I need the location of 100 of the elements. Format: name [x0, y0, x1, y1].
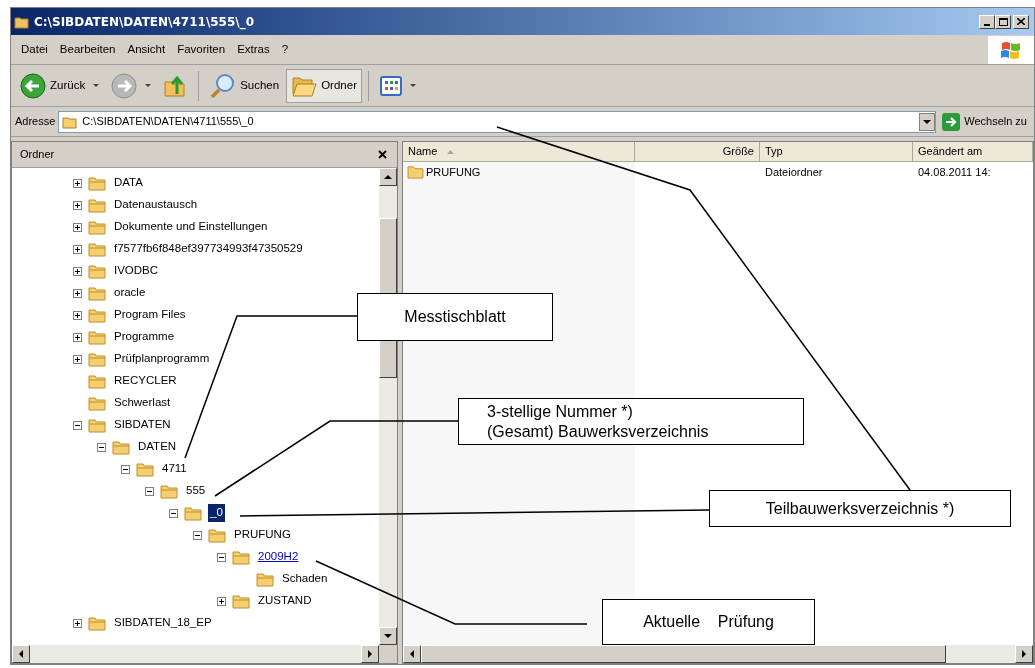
tree-item[interactable]: f7577fb6f848ef397734993f47350529 [112, 240, 305, 258]
tree-item[interactable]: DATEN [136, 438, 179, 456]
file-name[interactable]: PRUFUNG [426, 163, 481, 181]
flag-logo-icon [1000, 39, 1022, 60]
tree-item[interactable]: Dokumente und Einstellungen [112, 218, 270, 236]
address-label: Adresse [15, 114, 56, 130]
collapse-icon[interactable] [169, 508, 178, 518]
tree-item[interactable]: RECYCLER [112, 372, 179, 390]
tree-item[interactable]: Schwerlast [112, 394, 173, 412]
horizontal-scrollbar[interactable] [403, 645, 1033, 663]
folder-icon [88, 241, 106, 257]
expand-icon[interactable] [73, 244, 82, 254]
callout-text: Aktuelle Prüfung [643, 612, 774, 632]
window-title: C:\SIBDATEN\DATEN\4711\555\_0 [34, 13, 255, 31]
dropdown-button[interactable] [919, 112, 936, 131]
horizontal-scrollbar[interactable] [12, 645, 397, 663]
pane-title: Ordner [20, 147, 55, 163]
folder-icon [88, 307, 106, 323]
tree-item[interactable]: 555 [184, 482, 208, 500]
arrow-icon [1022, 650, 1026, 658]
folders-button[interactable]: Ordner [286, 68, 362, 103]
tree-item[interactable]: DATA [112, 174, 145, 192]
column-header[interactable]: Geändert am [913, 142, 1033, 162]
expand-icon[interactable] [73, 288, 82, 298]
scroll-down-button[interactable] [379, 627, 397, 645]
folder-icon [208, 527, 226, 543]
column-header[interactable]: Größe [635, 142, 760, 162]
expand-icon[interactable] [73, 618, 82, 628]
tree-item[interactable]: SIBDATEN [112, 416, 173, 434]
folder-icon [88, 175, 106, 191]
tree-item[interactable]: Prüfplanprogramm [112, 350, 212, 368]
folder-icon [160, 483, 178, 499]
scroll-up-button[interactable] [379, 168, 397, 186]
folder-icon [184, 505, 202, 521]
expand-icon[interactable] [73, 222, 82, 232]
tree-item[interactable]: Programme [112, 328, 177, 346]
callout-text: Teilbauwerksverzeichnis *) [765, 498, 955, 519]
tree-item[interactable]: 4711 [160, 460, 189, 478]
callout-text: Messtischblatt [404, 307, 506, 327]
collapse-icon[interactable] [217, 552, 226, 562]
menu-item[interactable]: ? [277, 39, 293, 60]
folder-up-icon [163, 73, 188, 98]
caret-icon [409, 84, 416, 87]
tree-item[interactable]: SIBDATEN_18_EP [112, 614, 214, 632]
collapse-icon[interactable] [97, 442, 106, 452]
tree-item[interactable]: ZUSTAND [256, 592, 314, 610]
column-header[interactable]: Typ [760, 142, 913, 162]
tree-item[interactable]: Program Files [112, 306, 188, 324]
collapse-icon[interactable] [145, 486, 154, 496]
arrow-icon [410, 650, 414, 658]
folder-icon [256, 571, 274, 587]
menu-item[interactable]: Favoriten [173, 39, 230, 60]
folder-icon [88, 197, 106, 213]
expand-icon[interactable] [73, 200, 82, 210]
search-button[interactable]: Suchen [205, 68, 285, 103]
maximize-button[interactable] [995, 14, 1011, 29]
arrow-icon [923, 119, 932, 124]
tree-item[interactable]: 2009H2 [256, 548, 301, 566]
arrow-icon [384, 175, 392, 179]
tree-item[interactable]: Schaden [280, 570, 330, 588]
tree-item[interactable]: _0 [208, 504, 225, 522]
modified-date: 04.08.2011 14: [917, 164, 992, 180]
folder-icon [88, 417, 106, 433]
folder-icon [88, 615, 106, 631]
tree-item[interactable]: Datenaustausch [112, 196, 200, 214]
tree-item[interactable]: IVODBC [112, 262, 161, 280]
folder-icon [88, 285, 106, 301]
collapse-icon[interactable] [121, 464, 130, 474]
menu-item[interactable]: Bearbeiten [55, 39, 120, 60]
caret-icon [145, 84, 152, 87]
close-icon [1017, 18, 1025, 25]
tree-item[interactable]: oracle [112, 284, 148, 302]
search-icon [210, 72, 237, 99]
expand-icon[interactable] [73, 332, 82, 342]
back-button[interactable]: Zurück [15, 68, 105, 103]
expand-icon[interactable] [217, 596, 226, 606]
arrow-icon [384, 634, 392, 638]
menu-item[interactable]: Datei [17, 39, 52, 60]
collapse-icon[interactable] [193, 530, 202, 540]
tree-item[interactable]: PRUFUNG [232, 526, 293, 544]
folder-icon [112, 439, 130, 455]
menu-item[interactable]: Ansicht [123, 39, 170, 60]
address-field[interactable]: C:\SIBDATEN\DATEN\4711\555\_0 [58, 110, 937, 133]
folder-icon [232, 549, 250, 565]
expand-icon[interactable] [73, 266, 82, 276]
folder-icon [88, 219, 106, 235]
expand-icon[interactable] [73, 354, 82, 364]
callout-text: 3-stellige Nummer *) (Gesamt) Bauwerksverzeichnis [487, 401, 709, 442]
folder-icon [88, 395, 106, 411]
minimize-button[interactable] [979, 14, 995, 29]
collapse-icon[interactable] [73, 420, 82, 430]
menu-item[interactable]: Extras [233, 39, 274, 60]
go-button[interactable]: Wechseln zu [939, 109, 1030, 134]
expand-icon[interactable] [73, 310, 82, 320]
close-button[interactable] [1013, 14, 1029, 29]
arrow-right-icon [942, 112, 961, 131]
arrow-icon [19, 650, 23, 658]
folder-icon [62, 114, 79, 129]
column-header[interactable]: Name [403, 142, 635, 162]
expand-icon[interactable] [73, 178, 82, 188]
